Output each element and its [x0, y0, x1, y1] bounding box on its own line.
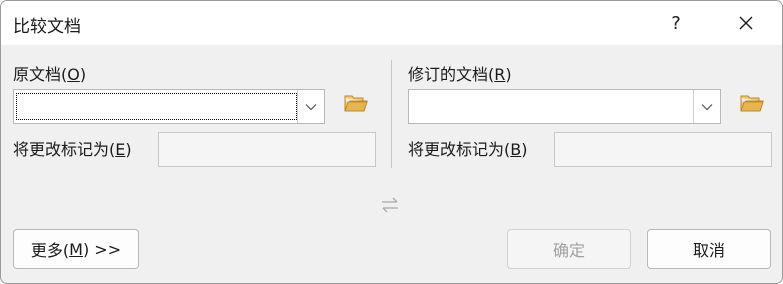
revised-dropdown-button[interactable]	[693, 90, 720, 123]
help-icon: ?	[671, 12, 681, 34]
dialog-title: 比较文档	[13, 17, 81, 37]
cancel-button[interactable]: 取消	[647, 229, 771, 269]
original-dropdown-button[interactable]	[297, 90, 324, 123]
original-document-label: 原文档(O)	[13, 65, 87, 84]
more-button[interactable]: 更多(M) >>	[13, 229, 139, 269]
compare-documents-dialog: 比较文档 ? 原文档(O) 将更改标记为(E) 修订的文档(R) 将更改标记为(…	[0, 0, 783, 284]
chevron-down-icon	[305, 103, 317, 110]
original-mark-changes-field[interactable]	[158, 132, 376, 167]
original-mark-changes-label: 将更改标记为(E)	[13, 140, 132, 159]
help-button[interactable]: ?	[653, 1, 699, 45]
browse-revised-folder-icon[interactable]	[740, 94, 764, 114]
column-divider	[391, 60, 392, 168]
swap-arrows-icon[interactable]	[379, 195, 401, 215]
ok-button[interactable]: 确定	[507, 229, 631, 269]
revised-document-combo[interactable]	[408, 89, 721, 124]
browse-original-folder-icon[interactable]	[344, 94, 368, 114]
close-icon	[739, 16, 753, 30]
revised-mark-changes-label: 将更改标记为(B)	[408, 140, 528, 159]
close-button[interactable]	[723, 1, 769, 45]
revised-document-label: 修订的文档(R)	[408, 65, 512, 84]
chevron-down-icon	[701, 103, 713, 110]
original-document-input[interactable]	[16, 93, 297, 120]
revised-document-input[interactable]	[411, 93, 693, 120]
original-document-combo[interactable]	[13, 89, 325, 124]
revised-mark-changes-field[interactable]	[554, 132, 772, 167]
title-bar: 比较文档 ?	[1, 1, 782, 45]
